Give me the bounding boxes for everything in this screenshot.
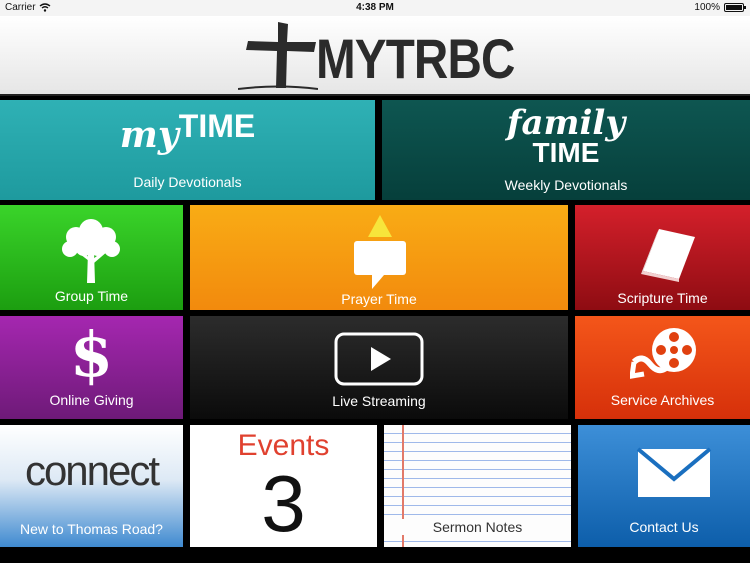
dollar-symbol: $ bbox=[69, 318, 114, 391]
mytime-title: myTIME bbox=[0, 108, 375, 156]
connect-logo: connect bbox=[24, 447, 160, 494]
cross-icon bbox=[238, 22, 318, 90]
family-title: family TIME bbox=[382, 103, 750, 168]
tree-icon bbox=[62, 219, 120, 283]
contact-us-label: Contact Us bbox=[629, 519, 699, 535]
battery-icon bbox=[724, 3, 746, 12]
tile-online-giving[interactable]: $ Online Giving bbox=[0, 316, 183, 419]
tile-service-archives[interactable]: Service Archives bbox=[575, 316, 750, 419]
tile-events[interactable]: Events 3 bbox=[190, 425, 377, 547]
sermon-notes-label: Sermon Notes bbox=[384, 519, 571, 535]
family-title-family: family bbox=[506, 103, 626, 143]
speech-bubble-icon bbox=[354, 215, 406, 289]
status-right: 100% bbox=[694, 2, 746, 13]
status-time: 4:38 PM bbox=[356, 2, 394, 13]
play-icon bbox=[334, 332, 424, 386]
family-label: Weekly Devotionals bbox=[504, 177, 628, 193]
film-reel-icon bbox=[630, 328, 696, 379]
group-time-label: Group Time bbox=[54, 288, 129, 304]
mytime-title-my: my bbox=[119, 114, 179, 156]
prayer-time-label: Prayer Time bbox=[341, 291, 417, 307]
tile-contact-us[interactable]: Contact Us bbox=[578, 425, 750, 547]
mytrbc-logo: MYTRBC bbox=[238, 20, 538, 92]
live-streaming-label: Live Streaming bbox=[332, 393, 426, 409]
connect-label: New to Thomas Road? bbox=[20, 521, 163, 537]
family-title-time: TIME bbox=[532, 137, 600, 168]
tile-live-streaming[interactable]: Live Streaming bbox=[190, 316, 568, 419]
tile-family-time[interactable]: family TIME Weekly Devotionals bbox=[382, 100, 750, 200]
scripture-time-label: Scripture Time bbox=[617, 290, 708, 306]
status-bar: Carrier 4:38 PM 100% bbox=[0, 0, 750, 16]
tile-group-time[interactable]: Group Time bbox=[0, 205, 183, 310]
events-count: 3 bbox=[261, 459, 306, 547]
tile-connect[interactable]: connect New to Thomas Road? bbox=[0, 425, 183, 547]
app-header: MYTRBC bbox=[0, 16, 750, 96]
dollar-icon: $ bbox=[0, 318, 183, 391]
tile-scripture-time[interactable]: Scripture Time bbox=[575, 205, 750, 310]
battery-percent: 100% bbox=[694, 2, 720, 13]
battery-fill bbox=[726, 5, 742, 10]
tile-sermon-notes[interactable]: Sermon Notes bbox=[384, 425, 571, 547]
envelope-icon bbox=[636, 447, 712, 497]
events-title: Events bbox=[237, 429, 330, 462]
service-archives-label: Service Archives bbox=[610, 392, 715, 408]
logo-text: MYTRBC bbox=[316, 27, 515, 90]
tile-mytime[interactable]: myTIME Daily Devotionals bbox=[0, 100, 375, 200]
online-giving-label: Online Giving bbox=[49, 392, 134, 408]
tile-prayer-time[interactable]: Prayer Time bbox=[190, 205, 568, 310]
mytime-title-time: TIME bbox=[178, 108, 256, 144]
bible-icon bbox=[641, 229, 695, 282]
mytime-label: Daily Devotionals bbox=[133, 174, 242, 190]
